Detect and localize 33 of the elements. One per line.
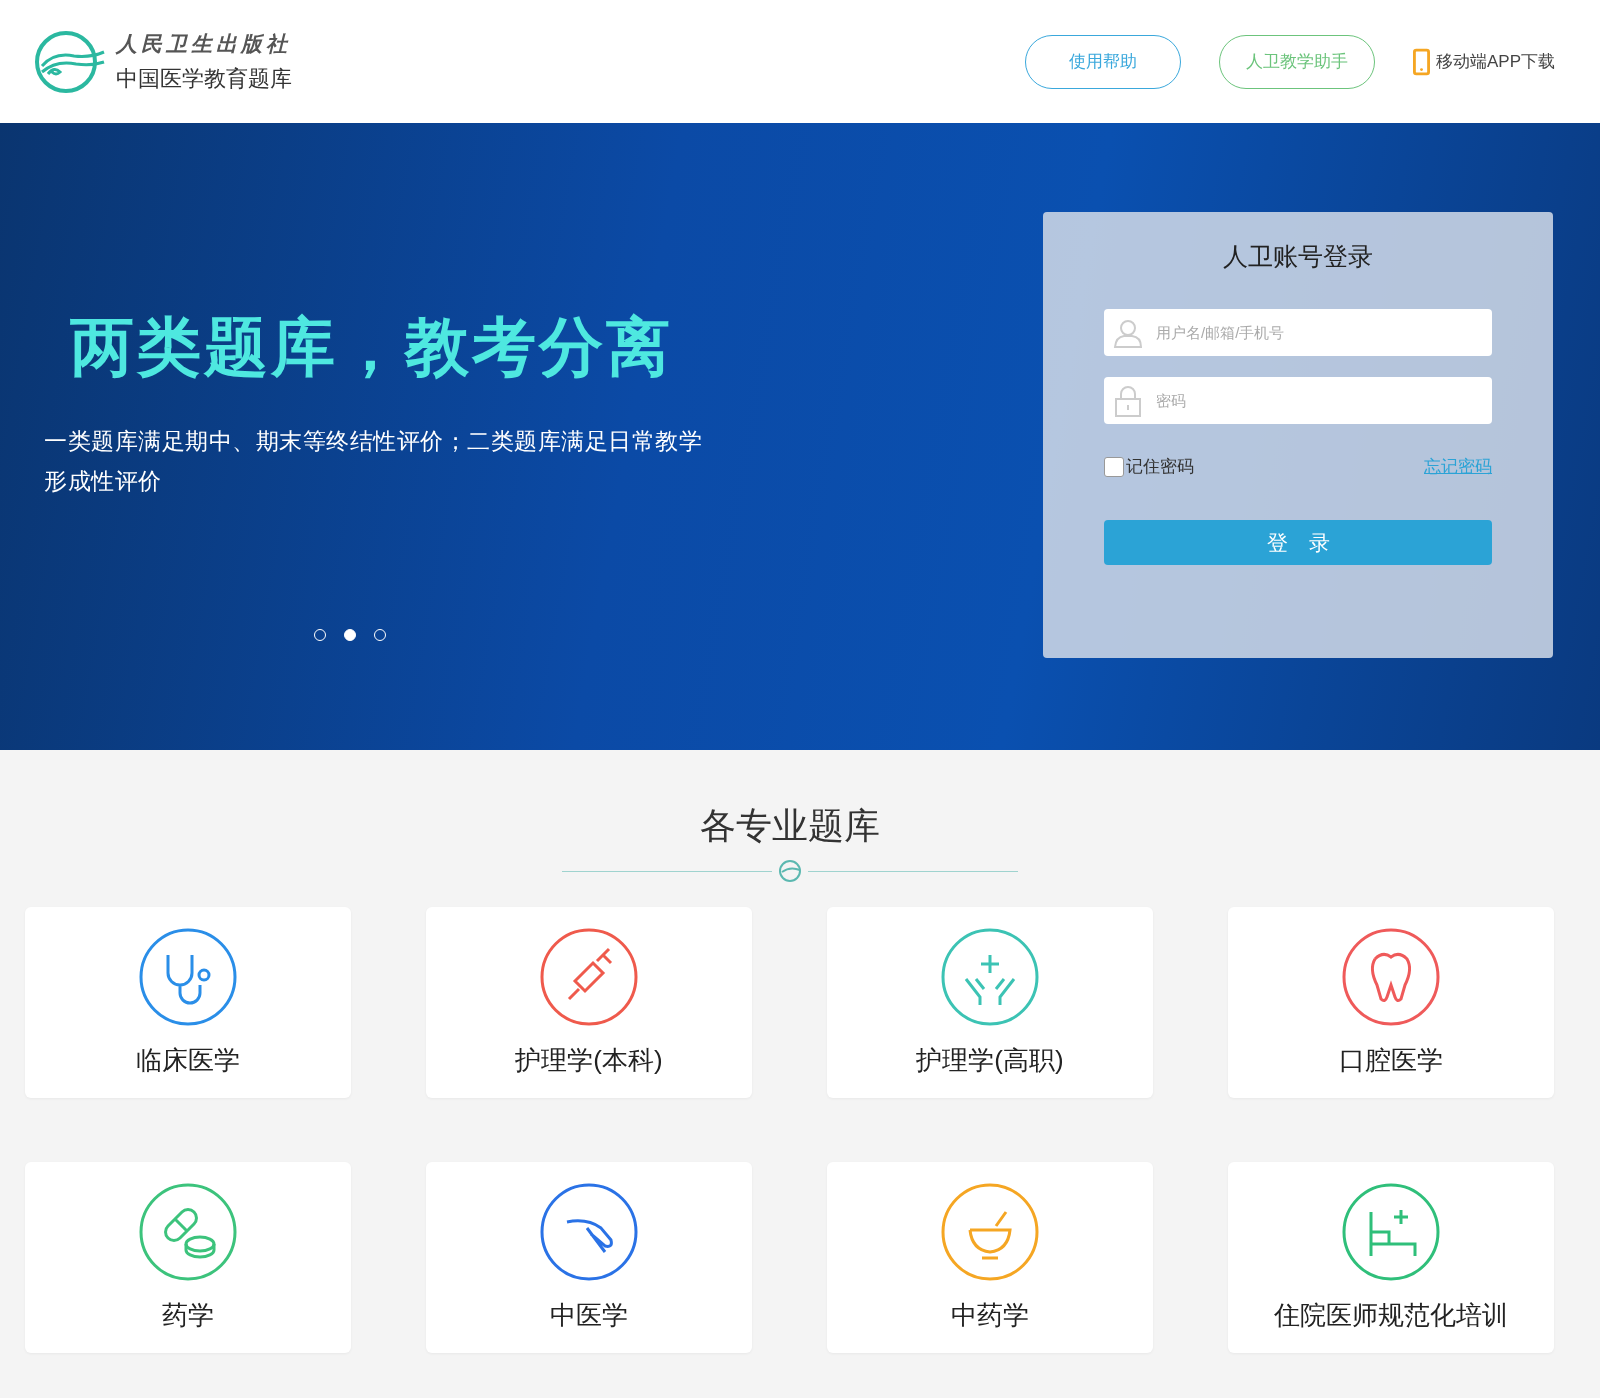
section-title: 各专业题库 (698, 804, 881, 848)
subject-label: 护理学(高职) (916, 1044, 1064, 1077)
subject-card[interactable]: 口腔医学 (1228, 907, 1554, 1098)
subject-label: 护理学(本科) (515, 1044, 663, 1077)
subject-card[interactable]: 中医学 (426, 1162, 752, 1353)
login-title: 人卫账号登录 (1223, 241, 1373, 272)
banner-description: 一类题库满足期中、期末等终结性评价；二类题库满足日常教学形成性评价 (44, 427, 703, 496)
subject-label: 住院医师规范化培训 (1274, 1299, 1508, 1332)
lock-icon (1112, 385, 1144, 417)
publisher-name: 人民卫生出版社 (116, 29, 292, 58)
subject-label: 中药学 (951, 1299, 1029, 1332)
app-download-link[interactable]: 移动端APP下载 (1435, 50, 1555, 73)
subject-card[interactable]: 护理学(本科) (426, 907, 752, 1098)
username-field[interactable]: 用户名/邮箱/手机号 (1104, 309, 1492, 356)
logo-icon (34, 29, 106, 94)
subject-label: 口腔医学 (1339, 1044, 1443, 1077)
remember-checkbox[interactable] (1104, 456, 1124, 477)
subject-label: 临床医学 (136, 1044, 240, 1077)
subject-card[interactable]: 护理学(高职) (827, 907, 1153, 1098)
subject-label: 药学 (162, 1299, 214, 1332)
remember-label: 记住密码 (1126, 456, 1194, 478)
site-name: 中国医学教育题库 (116, 64, 292, 93)
subject-card[interactable]: 药学 (25, 1162, 351, 1353)
subject-card[interactable]: 住院医师规范化培训 (1228, 1162, 1554, 1353)
subject-card[interactable]: 中药学 (827, 1162, 1153, 1353)
banner-headline: 两类题库，教考分离 (70, 310, 674, 385)
password-field[interactable]: 密码 (1104, 377, 1492, 424)
user-icon (1112, 317, 1144, 349)
logo-icon (777, 859, 802, 883)
subject-card[interactable]: 临床医学 (25, 907, 351, 1098)
phone-icon (1412, 47, 1430, 76)
subject-label: 中医学 (550, 1299, 628, 1332)
carousel-dot[interactable] (344, 629, 356, 641)
